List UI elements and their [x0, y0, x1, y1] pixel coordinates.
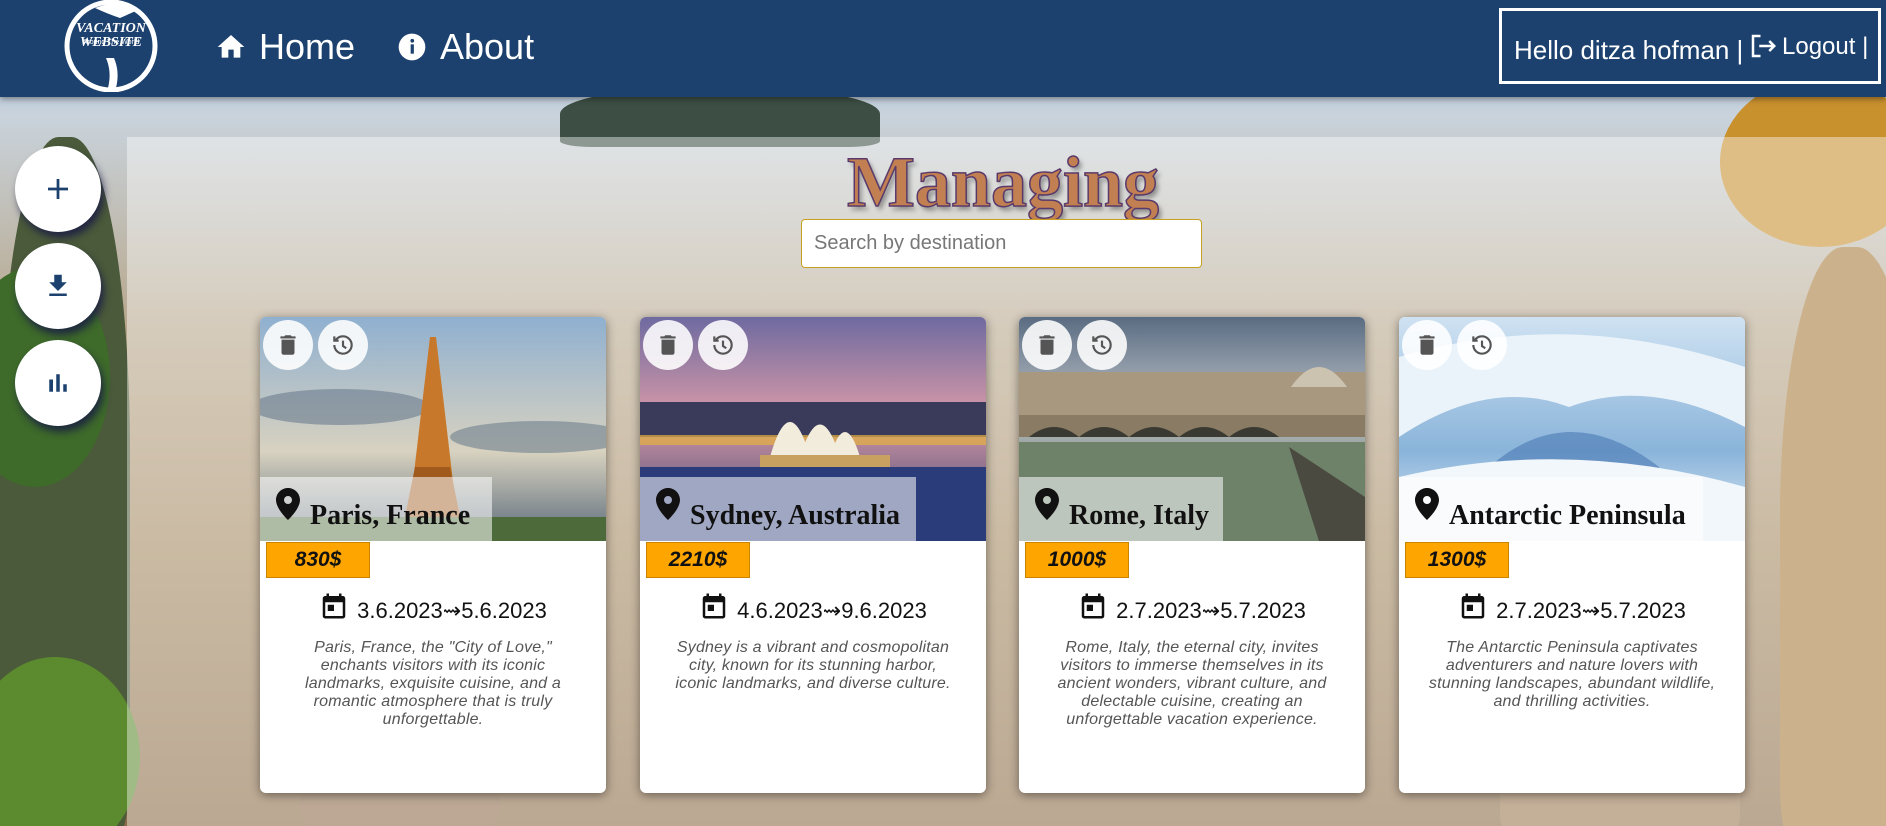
history-icon	[1472, 335, 1492, 355]
delete-button[interactable]	[1402, 320, 1452, 370]
location-pin-icon	[656, 488, 680, 520]
download-button[interactable]	[15, 243, 101, 329]
trash-icon	[1039, 335, 1055, 355]
download-icon	[49, 274, 67, 296]
add-vacation-button[interactable]	[15, 146, 101, 232]
price-badge: 1000$	[1025, 542, 1129, 578]
delete-button[interactable]	[1022, 320, 1072, 370]
page-title: Managing	[846, 141, 1160, 223]
destination-bar: Rome, Italy	[1019, 477, 1223, 541]
date-text: 2.7.2023⇝5.7.2023	[1116, 598, 1306, 623]
vacation-description: Paris, France, the "City of Love," encha…	[304, 639, 562, 728]
logo-subtitle: Around The World	[82, 39, 140, 46]
nav-home-label: Home	[259, 26, 356, 67]
vacation-card: Antarctic Peninsula 1300$ 2.7.2023⇝5.7.2…	[1399, 317, 1745, 793]
plus-icon	[48, 179, 68, 199]
destination-bar: Sydney, Australia	[640, 477, 916, 541]
date-range: 2.7.2023⇝5.7.2023	[1019, 588, 1365, 624]
edit-button[interactable]	[1457, 320, 1507, 370]
date-text: 4.6.2023⇝9.6.2023	[737, 598, 927, 623]
calendar-icon	[1081, 593, 1105, 619]
calendar-icon	[322, 593, 346, 619]
destination-name: Paris, France	[310, 500, 471, 531]
vacation-card: Paris, France 830$ 3.6.2023⇝5.6.2023 Par…	[260, 317, 606, 793]
nav-home-link[interactable]: Home	[215, 22, 355, 72]
logout-icon	[1751, 34, 1777, 58]
destination-bar: Antarctic Peninsula	[1399, 477, 1703, 541]
delete-button[interactable]	[643, 320, 693, 370]
edit-button[interactable]	[698, 320, 748, 370]
vacation-description: Rome, Italy, the eternal city, invites v…	[1057, 639, 1327, 728]
trash-icon	[1419, 335, 1435, 355]
history-icon	[713, 335, 733, 355]
date-text: 2.7.2023⇝5.7.2023	[1496, 598, 1686, 623]
price-badge: 1300$	[1405, 542, 1509, 578]
info-icon	[398, 33, 426, 61]
trash-icon	[280, 335, 296, 355]
destination-name: Rome, Italy	[1069, 500, 1209, 531]
trash-icon	[660, 335, 676, 355]
statistics-button[interactable]	[15, 340, 101, 426]
price-badge: 830$	[266, 542, 370, 578]
home-icon	[217, 35, 245, 58]
destination-name: Sydney, Australia	[690, 500, 901, 531]
nav-about-link[interactable]: About	[396, 22, 534, 72]
vacation-description: The Antarctic Peninsula captivates adven…	[1428, 639, 1716, 710]
date-range: 2.7.2023⇝5.7.2023	[1399, 588, 1745, 624]
location-pin-icon	[276, 488, 300, 520]
history-icon	[1092, 335, 1112, 355]
bar-chart-icon	[49, 374, 67, 392]
top-navbar: VACATION WEBSITE Around The World Home A…	[0, 0, 1886, 97]
history-icon	[333, 335, 353, 355]
date-range: 3.6.2023⇝5.6.2023	[260, 588, 606, 624]
date-text: 3.6.2023⇝5.6.2023	[357, 598, 547, 623]
destination-bar: Paris, France	[260, 477, 492, 541]
search-input[interactable]	[801, 219, 1202, 268]
nav-about-label: About	[440, 26, 535, 67]
edit-button[interactable]	[1077, 320, 1127, 370]
user-greeting: Hello ditza hofman |	[1514, 35, 1744, 65]
location-pin-icon	[1035, 488, 1059, 520]
vacation-card: Sydney, Australia 2210$ 4.6.2023⇝9.6.202…	[640, 317, 986, 793]
destination-name: Antarctic Peninsula	[1449, 500, 1686, 531]
location-pin-icon	[1415, 488, 1439, 520]
calendar-icon	[1461, 593, 1485, 619]
user-panel: Hello ditza hofman | Logout |	[1499, 8, 1881, 84]
main-panel: Managing Paris, France 830$	[127, 137, 1886, 826]
calendar-icon	[702, 593, 726, 619]
vacation-card: Rome, Italy 1000$ 2.7.2023⇝5.7.2023 Rome…	[1019, 317, 1365, 793]
delete-button[interactable]	[263, 320, 313, 370]
date-range: 4.6.2023⇝9.6.2023	[640, 588, 986, 624]
logout-button[interactable]: Logout |	[1748, 31, 1868, 61]
site-logo[interactable]: VACATION WEBSITE Around The World	[50, 0, 172, 93]
vacation-description: Sydney is a vibrant and cosmopolitan cit…	[675, 639, 951, 692]
logout-label: Logout |	[1782, 33, 1869, 60]
edit-button[interactable]	[318, 320, 368, 370]
price-badge: 2210$	[646, 542, 750, 578]
